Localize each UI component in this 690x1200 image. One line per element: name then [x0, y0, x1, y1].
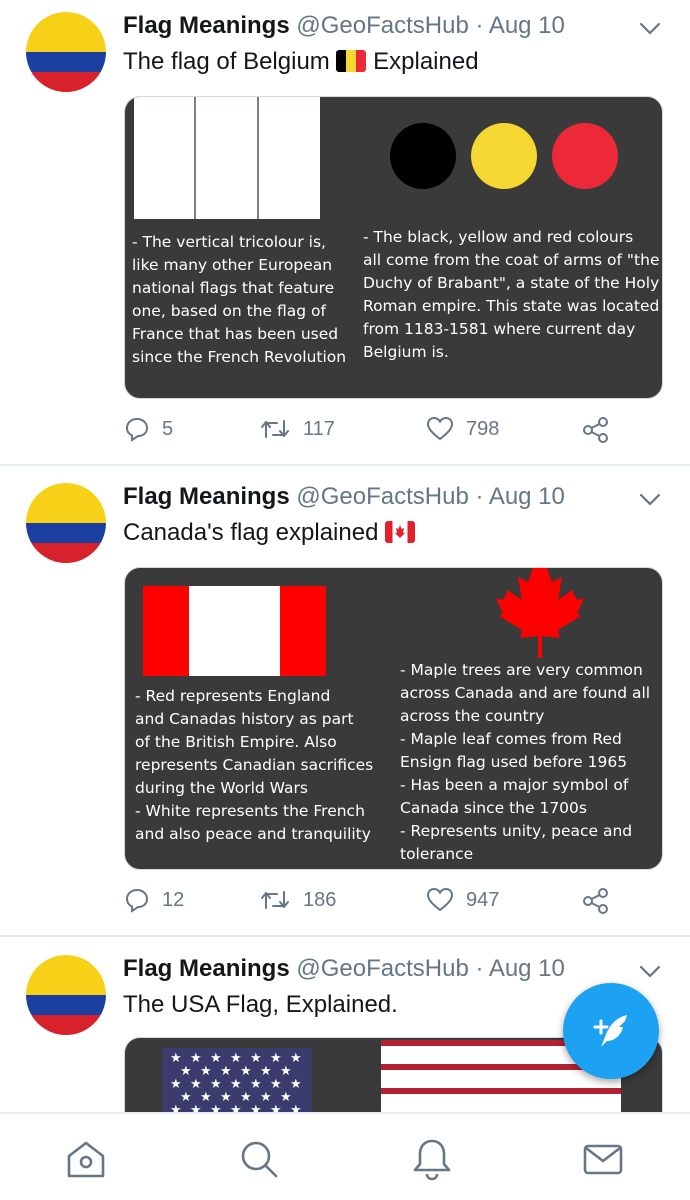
share-icon: [583, 417, 608, 443]
like-button[interactable]: 947: [426, 887, 499, 913]
retweet-icon: [261, 891, 289, 909]
reply-icon: [125, 417, 149, 442]
avatar[interactable]: [26, 12, 106, 92]
share-button[interactable]: [582, 416, 610, 444]
red-circle: [552, 123, 618, 189]
reply-button[interactable]: 12: [124, 887, 184, 913]
header-separator: ·: [475, 955, 484, 982]
usa-flag-star: ★: [270, 1102, 282, 1112]
tweet-text: Canada's flag explained: [123, 519, 416, 547]
usa-flag-star: ★: [290, 1050, 302, 1065]
red-white-caption: - Red represents England and Canadas his…: [135, 687, 374, 843]
chevron-down-icon[interactable]: [637, 18, 663, 38]
heart-icon: [426, 416, 454, 441]
header-separator: ·: [475, 483, 484, 510]
avatar[interactable]: [26, 955, 106, 1035]
search-icon[interactable]: [236, 1136, 282, 1182]
notifications-icon[interactable]: [409, 1136, 455, 1182]
bottom-navigation: [0, 1112, 690, 1200]
colours-caption: - The black, yellow and red colours all …: [363, 228, 660, 361]
tweet-actions: 5 117 798: [124, 416, 644, 450]
usa-flag-stripe: [381, 1094, 621, 1100]
retweet-button[interactable]: 186: [259, 887, 336, 913]
belgium-flag-icon: [336, 50, 367, 72]
canada-flag-left-red: [143, 586, 189, 676]
author-handle[interactable]: @GeoFactsHub: [296, 12, 468, 39]
canada-flag-icon: [385, 521, 416, 543]
reply-count: 5: [162, 417, 174, 440]
like-button[interactable]: 798: [426, 416, 499, 442]
tweet-header: Flag Meanings @GeoFactsHub · Aug 10: [123, 955, 565, 983]
tweet-divider: [0, 935, 690, 937]
author-name[interactable]: Flag Meanings: [123, 12, 290, 39]
tweet-text: The flag of Belgium Explained: [123, 48, 479, 76]
tweet-date[interactable]: Aug 10: [489, 483, 565, 510]
belgium-color-circles: [390, 123, 618, 189]
retweet-icon: [261, 420, 289, 438]
usa-flag-stripe: [381, 1088, 621, 1094]
usa-flag-stripe: [381, 1100, 621, 1106]
author-name[interactable]: Flag Meanings: [123, 955, 290, 982]
usa-flag-star: ★: [190, 1102, 202, 1112]
maple-leaf-caption: - Maple trees are very common across Can…: [400, 661, 651, 863]
like-count: 947: [466, 888, 500, 911]
reply-icon: [125, 888, 149, 913]
compose-tweet-icon: [593, 1015, 627, 1047]
tweet-divider: [0, 464, 690, 466]
usa-flag-star: ★: [170, 1102, 182, 1112]
canada-flag-white: [189, 586, 280, 676]
retweet-count: 186: [303, 888, 337, 911]
usa-flag-star: ★: [210, 1102, 222, 1112]
tweet-text-start: The USA Flag, Explained.: [123, 991, 398, 1018]
messages-icon[interactable]: [580, 1136, 626, 1182]
author-handle[interactable]: @GeoFactsHub: [296, 955, 468, 982]
usa-flag-star: ★: [290, 1102, 302, 1112]
retweet-count: 117: [303, 417, 335, 440]
retweet-button[interactable]: 117: [259, 416, 335, 442]
header-separator: ·: [475, 12, 484, 39]
yellow-circle: [471, 123, 537, 189]
usa-flag-stripe: [381, 1082, 621, 1088]
home-icon[interactable]: [63, 1136, 109, 1182]
canada-flag-graphics: [143, 568, 584, 676]
share-button[interactable]: [582, 887, 610, 915]
author-handle[interactable]: @GeoFactsHub: [296, 483, 468, 510]
author-name[interactable]: Flag Meanings: [123, 483, 290, 510]
chevron-down-icon[interactable]: [637, 961, 663, 981]
reply-button[interactable]: 5: [124, 416, 173, 442]
chevron-down-icon[interactable]: [637, 489, 663, 509]
heart-icon: [426, 887, 454, 912]
tweet-header: Flag Meanings @GeoFactsHub · Aug 10: [123, 483, 565, 511]
like-count: 798: [466, 417, 500, 440]
tweet-date[interactable]: Aug 10: [489, 12, 565, 39]
tweet-text-start: The flag of Belgium: [123, 48, 330, 75]
black-circle: [390, 123, 456, 189]
usa-flag-stripe: [381, 1076, 621, 1082]
belgium-info-image[interactable]: - The vertical tricolour is, like many o…: [124, 96, 663, 399]
tweet-header: Flag Meanings @GeoFactsHub · Aug 10: [123, 12, 565, 40]
compose-tweet-button[interactable]: [563, 983, 659, 1079]
tweet-text: The USA Flag, Explained.: [123, 991, 398, 1019]
tweet-date[interactable]: Aug 10: [489, 955, 565, 982]
reply-count: 12: [162, 888, 185, 911]
maple-leaf-icon: [496, 568, 584, 658]
usa-flag-star: ★: [250, 1102, 262, 1112]
tweet-actions: 12 186 947: [124, 887, 644, 921]
usa-flag-star: ★: [290, 1076, 302, 1091]
tweet-belgium[interactable]: Flag Meanings @GeoFactsHub · Aug 10 The …: [0, 0, 690, 465]
canada-flag-right-red: [280, 586, 326, 676]
canada-info-image[interactable]: - Red represents England and Canadas his…: [124, 567, 663, 870]
tweet-text-end: Explained: [373, 48, 479, 75]
avatar[interactable]: [26, 483, 106, 563]
tweet-text-start: Canada's flag explained: [123, 519, 379, 546]
usa-flag-star: ★: [230, 1102, 242, 1112]
share-icon: [583, 888, 608, 914]
tricolour-caption: - The vertical tricolour is, like many o…: [132, 233, 347, 366]
